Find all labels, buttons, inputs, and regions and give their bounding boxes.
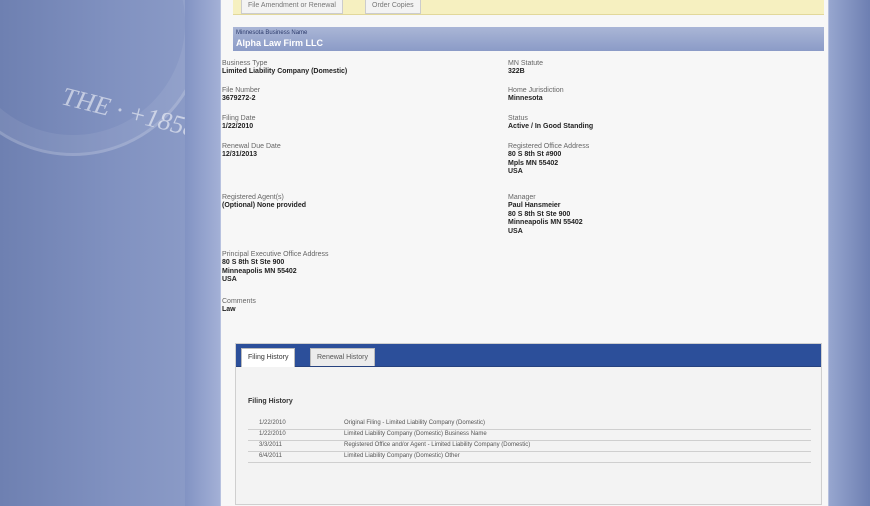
left-border-band xyxy=(185,0,221,506)
field-mn-statute: MN Statute 322B xyxy=(508,59,543,77)
field-value: USA xyxy=(222,276,237,283)
field-value: 80 S 8th St #900 xyxy=(508,151,562,158)
field-business-type: Business Type Limited Liability Company … xyxy=(222,59,347,77)
business-record-panel: File Amendment or Renewal Order Copies M… xyxy=(221,0,828,506)
field-label: Registered Agent(s) xyxy=(222,194,284,201)
field-value: Mpls MN 55402 xyxy=(508,159,559,167)
tab-filing-history[interactable]: Filing History xyxy=(241,348,296,367)
field-home-jurisdiction: Home Jurisdiction Minnesota xyxy=(508,86,564,104)
field-value: (Optional) None provided xyxy=(222,202,306,209)
field-label: File Number xyxy=(222,87,261,94)
field-file-number: File Number 3679272-2 xyxy=(222,86,260,104)
filing-description: Limited Liability Company (Domestic) Oth… xyxy=(344,453,460,459)
field-label: Status xyxy=(508,115,528,122)
field-value: Limited Liability Company (Domestic) xyxy=(222,68,348,75)
field-value: Minnesota xyxy=(508,95,543,102)
field-label: Registered Office Address xyxy=(508,143,590,150)
field-label: Renewal Due Date xyxy=(222,143,281,150)
order-copies-button[interactable]: Order Copies xyxy=(365,0,421,14)
field-value: 3679272-2 xyxy=(222,95,256,102)
field-value: Law xyxy=(222,306,236,313)
filing-date: 3/3/2011 xyxy=(259,442,282,448)
field-value: 12/31/2013 xyxy=(222,151,258,158)
field-registered-agent: Registered Agent(s) (Optional) None prov… xyxy=(222,193,306,211)
field-registered-office-address: Registered Office Address 80 S 8th St #9… xyxy=(508,142,589,177)
field-value: Active / In Good Standing xyxy=(508,123,594,130)
filing-date: 1/22/2010 xyxy=(259,420,286,426)
field-value: USA xyxy=(508,168,523,175)
field-label: Manager xyxy=(508,194,536,201)
field-value: 80 S 8th St Ste 900 xyxy=(222,259,285,266)
field-label: Home Jurisdiction xyxy=(508,87,564,94)
field-label: Principal Executive Office Address xyxy=(222,251,329,258)
field-filing-date: Filing Date 1/22/2010 xyxy=(222,114,255,132)
field-value: Minneapolis MN 55402 xyxy=(222,267,297,275)
field-value: 322B xyxy=(508,68,525,75)
table-row: 6/4/2011 Limited Liability Company (Dome… xyxy=(248,451,811,463)
field-status: Status Active / In Good Standing xyxy=(508,114,593,132)
field-value: 80 S 8th St Ste 900 xyxy=(508,210,571,218)
background-left: THE · +1858+ xyxy=(0,0,185,506)
field-label: Comments xyxy=(222,298,256,305)
field-renewal-due-date: Renewal Due Date 12/31/2013 xyxy=(222,142,281,160)
business-name-label: Minnesota Business Name xyxy=(236,30,308,36)
file-amendment-button[interactable]: File Amendment or Renewal xyxy=(241,0,343,14)
field-label: Business Type xyxy=(222,60,268,67)
filing-description: Original Filing - Limited Liability Comp… xyxy=(344,420,486,426)
business-name-header: Minnesota Business Name Alpha Law Firm L… xyxy=(233,27,824,51)
field-manager: Manager Paul Hansmeier 80 S 8th St Ste 9… xyxy=(508,193,583,236)
field-value: USA xyxy=(508,227,523,235)
filing-history-title: Filing History xyxy=(248,398,293,405)
filing-date: 1/22/2010 xyxy=(259,431,286,437)
right-border-band xyxy=(828,0,870,506)
field-comments: Comments Law xyxy=(222,297,256,315)
field-value: Paul Hansmeier xyxy=(508,202,561,209)
field-value: Minneapolis MN 55402 xyxy=(508,219,583,226)
field-value: 1/22/2010 xyxy=(222,123,254,130)
action-toolbar: File Amendment or Renewal Order Copies xyxy=(233,0,824,15)
tab-strip: Filing History Renewal History xyxy=(236,344,821,367)
field-label: Filing Date xyxy=(222,115,256,122)
field-label: MN Statute xyxy=(508,60,544,67)
tab-renewal-history[interactable]: Renewal History xyxy=(310,348,375,366)
filing-description: Registered Office and/or Agent - Limited… xyxy=(344,442,531,448)
business-name: Alpha Law Firm LLC xyxy=(236,38,324,48)
filing-description: Limited Liability Company (Domestic) Bus… xyxy=(344,431,487,437)
filing-date: 6/4/2011 xyxy=(259,453,282,459)
history-tabs-panel: Filing History Renewal History Filing Hi… xyxy=(235,343,822,505)
field-principal-office-address: Principal Executive Office Address 80 S … xyxy=(222,250,328,285)
